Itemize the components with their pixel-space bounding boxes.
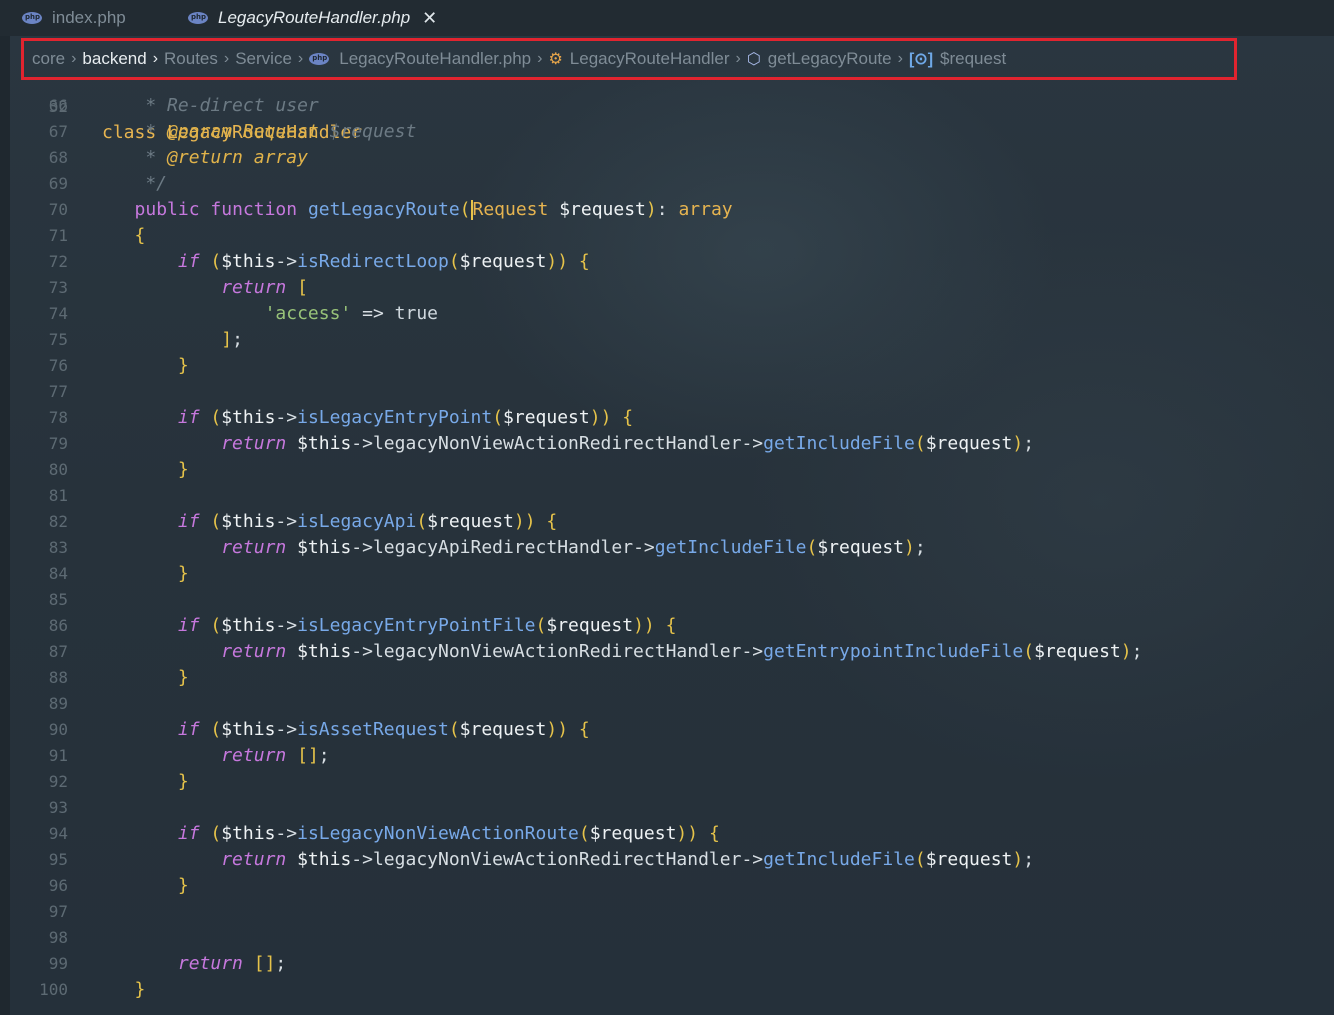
line-code: */ [102, 173, 168, 194]
php-file-icon [22, 12, 42, 24]
line-number: 76 [48, 356, 68, 375]
breadcrumb-item-backend[interactable]: backend [82, 49, 146, 69]
line-code: public function getLegacyRoute(Request $… [134, 199, 733, 220]
chevron-right-icon: › [71, 50, 77, 67]
chevron-right-icon: › [223, 50, 230, 67]
chevron-right-icon: › [297, 50, 304, 67]
line-code: * @return array [102, 147, 308, 168]
tab-label: index.php [52, 8, 126, 27]
line-number: 74 [48, 304, 68, 323]
line-number: 67 [48, 122, 68, 141]
breadcrumb-item-core[interactable]: core [32, 49, 65, 69]
line-number: 99 [48, 954, 68, 973]
line-code: return $this->legacyNonViewActionRedirec… [221, 433, 1035, 454]
line-code: if ($this->isAssetRequest($request)) { [177, 719, 590, 740]
line-code: return [ [221, 277, 308, 298]
class-icon: ⚙ [548, 51, 563, 68]
line-number: 75 [48, 330, 68, 349]
breadcrumb-item-service[interactable]: Service [235, 49, 292, 69]
line-number: 80 [48, 460, 68, 479]
line-number: 79 [48, 434, 68, 453]
line-number: 72 [48, 252, 68, 271]
line-code: 'access' => true [264, 303, 438, 324]
method-cube-icon: ⬡ [746, 51, 761, 68]
php-file-icon [188, 12, 208, 24]
line-code: * Re-direct user [102, 95, 319, 116]
line-number: 77 [48, 382, 68, 401]
line-number: 94 [48, 824, 68, 843]
line-code: } [177, 355, 189, 376]
chevron-right-icon: › [735, 50, 741, 67]
line-code: ]; [221, 329, 243, 350]
line-code: return []; [177, 953, 287, 974]
breadcrumb-item-class[interactable]: ⚙ LegacyRouteHandler [548, 49, 729, 69]
line-code: } [177, 771, 189, 792]
line-code: if ($this->isRedirectLoop($request)) { [177, 251, 590, 272]
line-number: 98 [48, 928, 68, 947]
breadcrumb-item-routes[interactable]: Routes [164, 49, 218, 69]
line-code: if ($this->isLegacyEntryPoint($request))… [177, 407, 634, 428]
line-number: 84 [48, 564, 68, 583]
line-number: 86 [48, 616, 68, 635]
line-code: if ($this->isLegacyNonViewActionRoute($r… [177, 823, 720, 844]
tab-bar: index.php LegacyRouteHandler.php ✕ [0, 0, 1334, 36]
tab-index-php[interactable]: index.php [22, 0, 126, 36]
line-code: } [177, 563, 189, 584]
line-code: return $this->legacyApiRedirectHandler->… [221, 537, 926, 558]
line-code: if ($this->isLegacyApi($request)) { [177, 511, 558, 532]
line-number: 95 [48, 850, 68, 869]
breadcrumb-item-file[interactable]: LegacyRouteHandler.php [309, 49, 531, 69]
chevron-right-icon: › [152, 50, 159, 67]
line-code: } [134, 979, 146, 1000]
line-number: 90 [48, 720, 68, 739]
php-file-icon [309, 53, 330, 65]
line-number: 87 [48, 642, 68, 661]
line-number: 93 [48, 798, 68, 817]
line-code: return $this->legacyNonViewActionRedirec… [221, 849, 1035, 870]
line-number: 92 [48, 772, 68, 791]
line-number: 97 [48, 902, 68, 921]
close-icon[interactable]: ✕ [422, 8, 437, 29]
chevron-right-icon: › [897, 50, 903, 67]
line-number: 91 [48, 746, 68, 765]
line-number: 78 [48, 408, 68, 427]
line-code: } [177, 667, 189, 688]
line-number: 100 [39, 980, 68, 999]
line-number: 96 [48, 876, 68, 895]
breadcrumb: core › backend › Routes › Service › Lega… [21, 38, 1237, 80]
line-number: 82 [48, 512, 68, 531]
line-code: } [177, 459, 189, 480]
line-number: 70 [48, 200, 68, 219]
line-number: 88 [48, 668, 68, 687]
tab-legacy-route-handler[interactable]: LegacyRouteHandler.php ✕ [188, 0, 437, 36]
breadcrumb-item-method[interactable]: ⬡ getLegacyRoute [747, 49, 892, 69]
chevron-right-icon: › [537, 50, 543, 67]
code-line-sticky: 32 class LegacyRouteHandler [0, 80, 362, 143]
line-number: 73 [48, 278, 68, 297]
line-code: return $this->legacyNonViewActionRedirec… [221, 641, 1143, 662]
line-number: 85 [48, 590, 68, 609]
breadcrumb-item-variable[interactable]: [⊙] $request [909, 49, 1006, 69]
line-number: 69 [48, 174, 68, 193]
tab-label: LegacyRouteHandler.php [218, 8, 411, 27]
line-code: if ($this->isLegacyEntryPointFile($reque… [177, 615, 677, 636]
variable-icon: [⊙] [908, 51, 934, 68]
line-number: 81 [48, 486, 68, 505]
line-code: return []; [221, 745, 330, 766]
line-number: 89 [48, 694, 68, 713]
line-number: 83 [48, 538, 68, 557]
line-number: 71 [48, 226, 68, 245]
line-code: } [177, 875, 189, 896]
line-code: { [134, 225, 146, 246]
code-editor[interactable]: 32 class LegacyRouteHandler 66 * Re-dire… [0, 80, 1334, 1015]
line-number: 68 [48, 148, 68, 167]
line-code: * @param Request $request [102, 121, 417, 142]
line-number: 66 [48, 96, 68, 115]
